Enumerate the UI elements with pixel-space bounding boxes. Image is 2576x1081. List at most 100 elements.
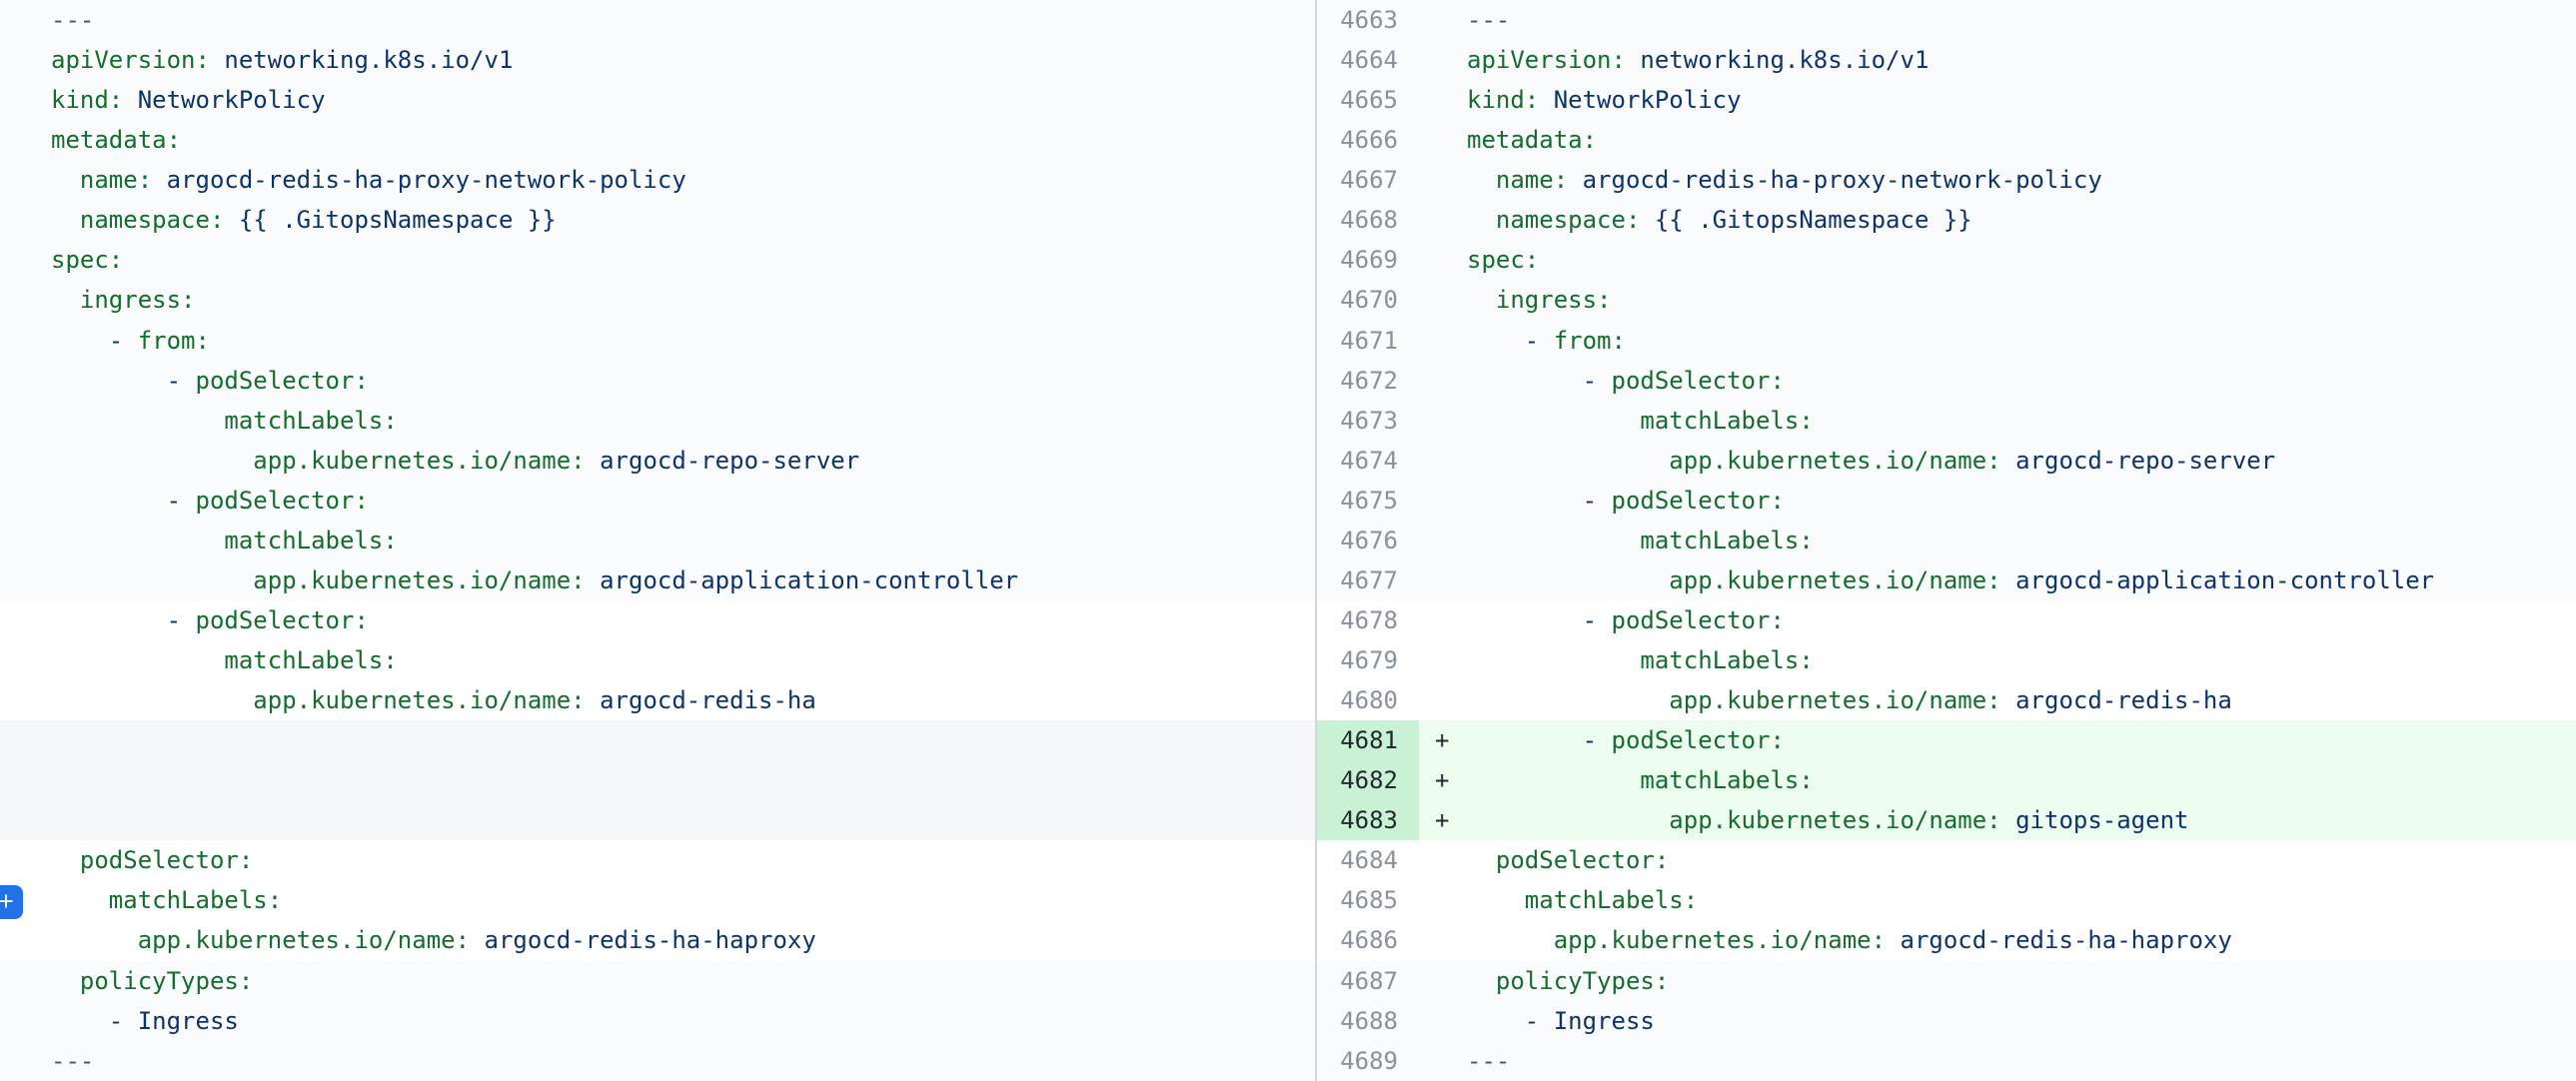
- diff-pane-new: 4663---4664apiVersion: networking.k8s.io…: [1315, 0, 2576, 1081]
- code-token: networking.k8s.io/v1: [1626, 46, 1929, 74]
- code-token: kind:: [1467, 86, 1539, 114]
- diff-row-new: 4673 matchLabels:: [1317, 401, 2576, 441]
- code-token: podSelector:: [196, 487, 369, 515]
- code-line-new: ingress:: [1467, 280, 2576, 320]
- diff-pane-old: ---apiVersion: networking.k8s.io/v1kind:…: [0, 0, 1315, 1081]
- line-number[interactable]: 4689: [1317, 1041, 1419, 1081]
- code-line-old: - podSelector:: [0, 600, 1315, 640]
- line-number[interactable]: 4670: [1317, 280, 1419, 320]
- line-number[interactable]: 4684: [1317, 840, 1419, 880]
- code-token: argocd-redis-ha-proxy-network-policy: [1568, 166, 2102, 194]
- line-number[interactable]: 4673: [1317, 401, 1419, 441]
- code-line-old: app.kubernetes.io/name: argocd-repo-serv…: [0, 441, 1315, 481]
- code-line-old: name: argocd-redis-ha-proxy-network-poli…: [0, 160, 1315, 200]
- added-line-sign: +: [1419, 760, 1467, 800]
- diff-section-old: policyTypes: - Ingress---: [0, 961, 1315, 1081]
- diff-row-old: spec:: [0, 240, 1315, 280]
- code-line-new: - podSelector:: [1467, 720, 2576, 760]
- code-token: matchLabels:: [224, 407, 397, 435]
- line-number[interactable]: 4667: [1317, 160, 1419, 200]
- diff-row-new: 4665 kind: NetworkPolicy: [1317, 80, 2576, 120]
- diff-row-old-filler: [0, 760, 1315, 800]
- line-number[interactable]: 4666: [1317, 120, 1419, 160]
- code-token: matchLabels:: [224, 527, 397, 554]
- code-token: app.kubernetes.io/name:: [1669, 806, 2000, 834]
- code-token: -: [109, 327, 138, 355]
- diff-row-new: 4674 app.kubernetes.io/name: argocd-repo…: [1317, 441, 2576, 481]
- code-line-new: metadata:: [1467, 120, 2576, 160]
- diff-sign-empty: [1419, 1041, 1467, 1081]
- line-number[interactable]: 4668: [1317, 200, 1419, 240]
- code-line-new: matchLabels:: [1467, 640, 2576, 680]
- code-line-new: matchLabels:: [1467, 521, 2576, 560]
- line-number[interactable]: 4680: [1317, 680, 1419, 720]
- code-token: podSelector:: [1612, 367, 1785, 395]
- line-number[interactable]: 4675: [1317, 481, 1419, 521]
- line-number[interactable]: 4678: [1317, 600, 1419, 640]
- diff-row-new: 4685 matchLabels:: [1317, 880, 2576, 920]
- diff-row-new-added: 4682+ matchLabels:: [1317, 760, 2576, 800]
- code-token: -: [167, 487, 196, 515]
- line-number[interactable]: 4688: [1317, 1001, 1419, 1041]
- code-token: argocd-repo-server: [2001, 447, 2276, 475]
- code-token: kind:: [51, 86, 123, 114]
- line-number[interactable]: 4683: [1317, 800, 1419, 840]
- line-number[interactable]: 4669: [1317, 240, 1419, 280]
- diff-section-new: 4684 podSelector:4685 matchLabels:4686 a…: [1317, 840, 2576, 960]
- code-token: app.kubernetes.io/name:: [253, 686, 585, 714]
- line-number[interactable]: 4665: [1317, 80, 1419, 120]
- diff-section-new: 4681+ - podSelector:4682+ matchLabels:46…: [1317, 720, 2576, 840]
- code-token: argocd-application-controller: [586, 566, 1018, 594]
- diff-row-new: 4687 policyTypes:: [1317, 961, 2576, 1001]
- line-number[interactable]: 4672: [1317, 361, 1419, 401]
- code-token: argocd-redis-ha-proxy-network-policy: [152, 166, 686, 194]
- code-token: spec:: [1467, 246, 1539, 274]
- line-number[interactable]: 4687: [1317, 961, 1419, 1001]
- line-number[interactable]: 4671: [1317, 321, 1419, 361]
- code-token: policyTypes:: [80, 967, 253, 995]
- diff-sign-empty: [1419, 321, 1467, 361]
- line-number[interactable]: 4677: [1317, 560, 1419, 600]
- diff-row-new: 4686 app.kubernetes.io/name: argocd-redi…: [1317, 920, 2576, 960]
- line-number[interactable]: 4664: [1317, 40, 1419, 80]
- code-token: argocd-redis-ha-haproxy: [470, 926, 816, 954]
- line-number[interactable]: 4686: [1317, 920, 1419, 960]
- code-line-new: policyTypes:: [1467, 961, 2576, 1001]
- code-token: matchLabels:: [1640, 527, 1813, 554]
- code-token: NetworkPolicy: [1539, 86, 1741, 114]
- code-token: -: [1525, 1007, 1554, 1035]
- code-line-old: spec:: [0, 240, 1315, 280]
- line-number[interactable]: 4682: [1317, 760, 1419, 800]
- code-line-old: apiVersion: networking.k8s.io/v1: [0, 40, 1315, 80]
- code-token: argocd-redis-ha: [2001, 686, 2232, 714]
- code-line-new: app.kubernetes.io/name: argocd-applicati…: [1467, 560, 2576, 600]
- code-token: -: [1583, 367, 1612, 395]
- diff-row-old: name: argocd-redis-ha-proxy-network-poli…: [0, 160, 1315, 200]
- code-token: app.kubernetes.io/name:: [1669, 447, 2000, 475]
- code-line-old: kind: NetworkPolicy: [0, 80, 1315, 120]
- code-token: -: [1525, 327, 1554, 355]
- code-line-new: spec:: [1467, 240, 2576, 280]
- line-number[interactable]: 4685: [1317, 880, 1419, 920]
- code-line-new: namespace: {{ .GitopsNamespace }}: [1467, 200, 2576, 240]
- diff-row-new: 4668 namespace: {{ .GitopsNamespace }}: [1317, 200, 2576, 240]
- diff-row-new: 4672 - podSelector:: [1317, 361, 2576, 401]
- code-line-new: ---: [1467, 1041, 2576, 1081]
- code-token: podSelector:: [196, 367, 369, 395]
- line-number[interactable]: 4681: [1317, 720, 1419, 760]
- line-number[interactable]: 4663: [1317, 0, 1419, 40]
- code-token: ---: [51, 1047, 94, 1075]
- code-line-old: policyTypes:: [0, 961, 1315, 1001]
- line-number[interactable]: 4679: [1317, 640, 1419, 680]
- line-number[interactable]: 4676: [1317, 521, 1419, 560]
- code-token: podSelector:: [80, 846, 253, 874]
- code-token: matchLabels:: [1640, 407, 1813, 435]
- code-token: {{ .GitopsNamespace }}: [224, 206, 556, 234]
- line-number[interactable]: 4674: [1317, 441, 1419, 481]
- diff-row-old: app.kubernetes.io/name: argocd-redis-ha: [0, 680, 1315, 720]
- diff-sign-empty: [1419, 880, 1467, 920]
- added-line-sign: +: [1419, 800, 1467, 840]
- add-comment-button[interactable]: +: [0, 885, 23, 919]
- diff-sign-empty: [1419, 840, 1467, 880]
- diff-row-new: 4676 matchLabels:: [1317, 521, 2576, 560]
